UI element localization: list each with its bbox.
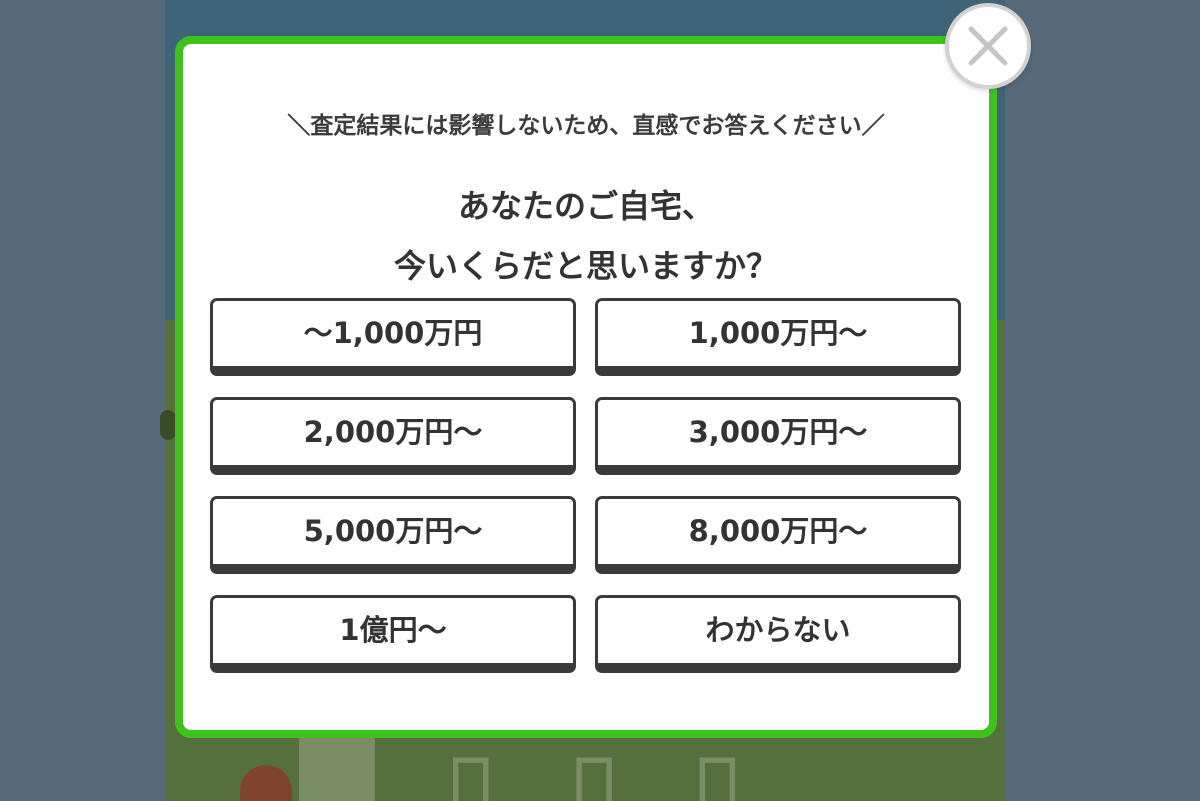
answer-button-20m-plus[interactable]: 2,000万円〜	[210, 397, 576, 475]
price-guess-modal: ＼査定結果には影響しないため、直感でお答えください／ あなたのご自宅、 今いくら…	[175, 36, 997, 738]
question-line-1: あなたのご自宅、	[457, 187, 714, 225]
background-tree-decoration	[160, 410, 176, 440]
question-line-2: 今いくらだと思いますか？	[393, 247, 778, 285]
screen: █ ▯ ▯ ▯ ＼査定結果には影響しないため、直感でお答えください／ あなたのご…	[0, 0, 1200, 801]
answer-button-10m-plus[interactable]: 1,000万円〜	[595, 298, 961, 376]
answer-button-100m-plus[interactable]: 1億円〜	[210, 595, 576, 673]
answer-button-30m-plus[interactable]: 3,000万円〜	[595, 397, 961, 475]
close-icon	[968, 26, 1008, 66]
close-button[interactable]	[945, 3, 1031, 89]
modal-subtitle: ＼査定結果には影響しないため、直感でお答えください／	[287, 113, 885, 139]
answer-button-under-10m[interactable]: 〜1,000万円	[210, 298, 576, 376]
answer-button-unknown[interactable]: わからない	[595, 595, 961, 673]
modal-question: あなたのご自宅、 今いくらだと思いますか？	[183, 176, 989, 296]
answer-button-50m-plus[interactable]: 5,000万円〜	[210, 496, 576, 574]
answer-button-80m-plus[interactable]: 8,000万円〜	[595, 496, 961, 574]
background-decorative-glyphs: █ ▯ ▯ ▯	[300, 730, 764, 801]
